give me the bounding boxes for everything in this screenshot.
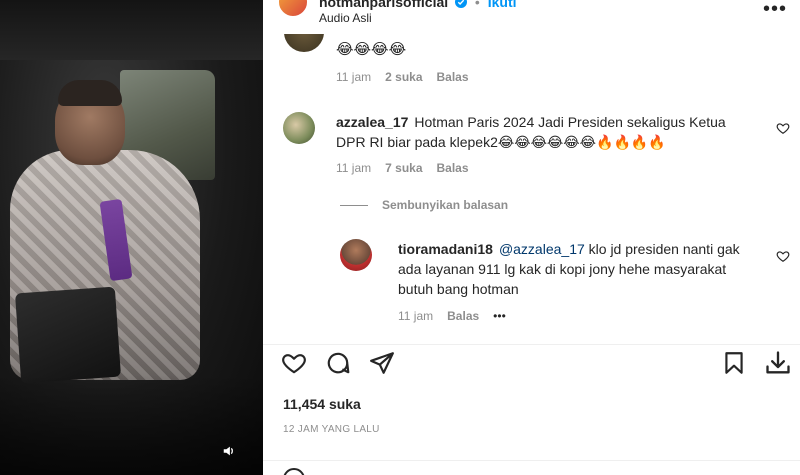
post-timestamp[interactable]: 12 JAM YANG LALU — [283, 424, 380, 435]
comments-list: 😂😂😂😂 11 jam 2 suka Balas azzalea_17 Hotma… — [263, 34, 800, 344]
comment-body: azzalea_17 Hotman Paris 2024 Jadi Preside… — [336, 112, 741, 152]
heart-icon — [282, 354, 306, 374]
hide-replies-button[interactable]: Sembunyikan balasan — [340, 198, 508, 212]
comment-text: 😂😂😂😂 — [336, 41, 407, 58]
section-divider — [263, 344, 800, 345]
comment-meta: 11 jam 7 suka Balas — [336, 161, 469, 175]
more-icon: ••• — [763, 0, 788, 20]
reply-mention[interactable]: @azzalea_17 — [499, 241, 585, 257]
comment-avatar[interactable] — [283, 112, 315, 144]
reply-like-icon[interactable] — [776, 249, 790, 263]
download-button[interactable] — [763, 348, 793, 378]
post-video[interactable] — [0, 0, 263, 475]
speaker-icon — [223, 446, 233, 456]
author-avatar[interactable] — [277, 0, 309, 18]
volume-button[interactable] — [216, 438, 242, 464]
share-button[interactable] — [367, 348, 397, 378]
reply-body: tioramadani18 @azzalea_17 klo jd presiden… — [398, 239, 758, 299]
reply-time: 11 jam — [398, 309, 434, 323]
section-divider — [263, 460, 800, 461]
reply-button[interactable]: Balas — [437, 70, 469, 84]
reply-avatar[interactable] — [340, 239, 372, 271]
comment-time: 11 jam — [336, 161, 372, 175]
reply-button[interactable]: Balas — [437, 161, 469, 175]
comment-button[interactable] — [323, 348, 353, 378]
like-count[interactable]: 11,454 suka — [283, 396, 361, 412]
follow-button[interactable]: Ikuti — [488, 0, 517, 10]
comment-meta: 11 jam 2 suka Balas — [336, 70, 469, 84]
download-icon — [766, 351, 790, 374]
hide-replies-label: Sembunyikan balasan — [382, 198, 509, 212]
bag — [14, 286, 122, 384]
like-button[interactable] — [279, 348, 309, 378]
comment-icon — [327, 352, 350, 374]
person-hair — [58, 80, 122, 106]
post-panel: hotmanparisofficial • Ikuti Audio Asli •… — [263, 0, 800, 475]
author-username-text[interactable]: hotmanparisofficial — [319, 0, 448, 10]
reply-more-button[interactable]: ••• — [493, 309, 506, 323]
comment-like-icon[interactable] — [776, 121, 790, 135]
car-roof — [0, 0, 263, 60]
more-options-button[interactable]: ••• — [763, 0, 787, 21]
reply-username[interactable]: tioramadani18 — [398, 241, 493, 257]
divider-line — [340, 204, 368, 206]
reply-meta: 11 jam Balas ••• — [398, 309, 506, 323]
comment-username[interactable]: azzalea_17 — [336, 114, 408, 130]
comment-likes[interactable]: 7 suka — [385, 161, 422, 175]
save-button[interactable] — [719, 348, 749, 378]
emoji-picker-icon[interactable] — [283, 468, 305, 475]
comment-likes[interactable]: 2 suka — [385, 70, 422, 84]
post-header: hotmanparisofficial • Ikuti Audio Asli •… — [263, 0, 800, 34]
bookmark-icon — [725, 352, 743, 374]
audio-label[interactable]: Audio Asli — [319, 11, 372, 25]
reply-button[interactable]: Balas — [447, 309, 479, 323]
send-icon — [370, 352, 394, 374]
comment-avatar[interactable] — [284, 34, 324, 52]
verified-badge-icon — [455, 0, 468, 8]
comment-time: 11 jam — [336, 70, 372, 84]
author-username[interactable]: hotmanparisofficial • Ikuti — [319, 0, 517, 10]
action-bar — [263, 348, 800, 384]
